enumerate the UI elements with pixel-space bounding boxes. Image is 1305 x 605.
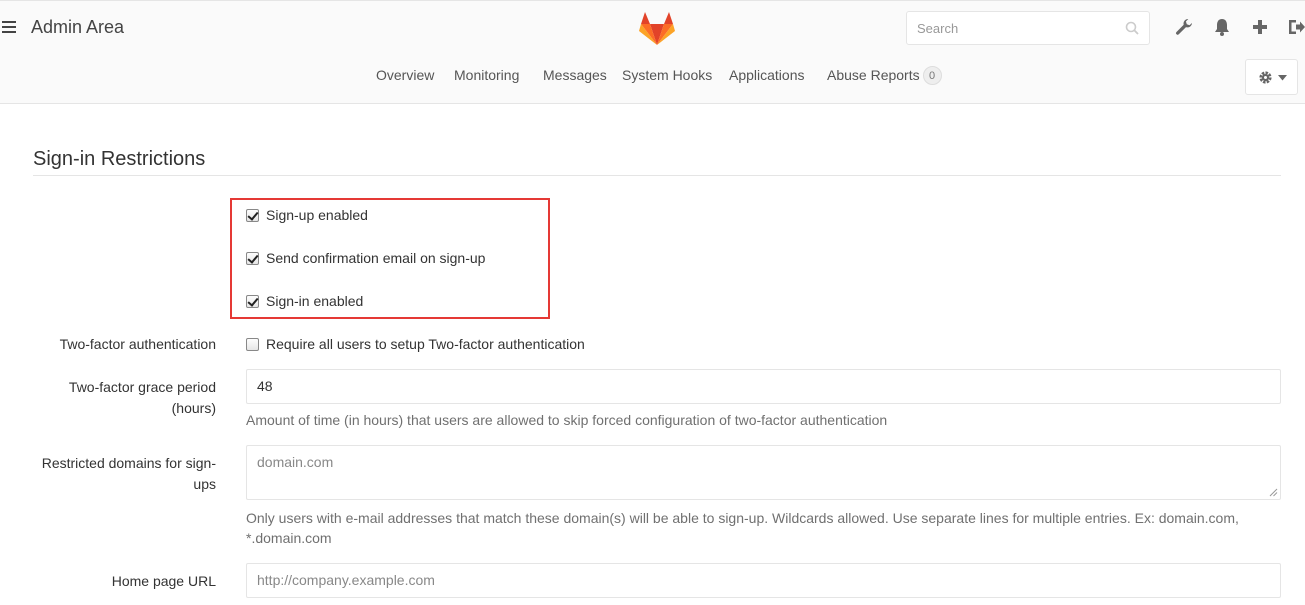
signin-enabled-label: Sign-in enabled [266,293,364,309]
require-two-factor-label: Require all users to setup Two-factor au… [266,336,585,352]
bell-icon[interactable] [1212,17,1232,37]
restricted-domains-textarea[interactable]: domain.com [246,445,1281,500]
nav-monitoring[interactable]: Monitoring [454,67,519,83]
sign-out-icon[interactable] [1287,17,1305,37]
nav-abuse-reports-label: Abuse Reports [827,67,920,83]
signup-enabled-checkbox[interactable]: Sign-up enabled [246,205,368,225]
section-divider [33,175,1281,176]
gitlab-logo[interactable] [638,10,676,46]
nav-overview[interactable]: Overview [376,67,434,83]
home-page-url-input[interactable]: http://company.example.com [246,563,1281,598]
restricted-domains-label: Restricted domains for sign- ups [42,453,216,495]
checkbox-checked-icon[interactable] [246,251,259,265]
search-input[interactable] [907,12,1122,44]
grace-period-label: Two-factor grace period (hours) [69,377,216,419]
confirmation-email-label: Send confirmation email on sign-up [266,250,486,266]
section-title: Sign-in Restrictions [33,148,206,170]
nav-messages[interactable]: Messages [543,67,607,83]
restricted-domains-label-line1: Restricted domains for sign- [41,455,216,471]
checkbox-checked-icon[interactable] [246,294,259,308]
nav-system-hooks[interactable]: System Hooks [622,67,712,83]
grace-period-label-line1: Two-factor grace period [68,379,216,395]
nav-abuse-reports[interactable]: Abuse Reports 0 [827,66,942,86]
grace-period-help: Amount of time (in hours) that users are… [246,412,888,428]
plus-icon[interactable] [1250,17,1270,37]
require-two-factor-checkbox[interactable]: Require all users to setup Two-factor au… [246,334,585,354]
restricted-domains-placeholder: domain.com [257,454,334,470]
restricted-domains-help: Only users with e-mail addresses that ma… [246,508,1239,548]
grace-period-input[interactable]: 48 [246,369,1281,404]
caret-down-icon [1278,75,1287,81]
page-title: Admin Area [31,17,125,37]
admin-nav: Overview Monitoring Messages System Hook… [0,66,1305,89]
checkbox-checked-icon[interactable] [246,208,259,222]
gear-icon [1259,71,1272,84]
restricted-domains-help-line2: *.domain.com [246,530,332,546]
signin-enabled-checkbox[interactable]: Sign-in enabled [246,291,363,311]
two-factor-label: Two-factor authentication [59,336,216,352]
restricted-domains-label-line2: ups [193,476,216,492]
confirmation-email-checkbox[interactable]: Send confirmation email on sign-up [246,248,485,268]
nav-applications[interactable]: Applications [729,67,805,83]
top-header: Admin Area Overview Monitoring Messages … [0,0,1305,104]
signup-enabled-label: Sign-up enabled [266,207,368,223]
search-icon [1125,21,1139,35]
restricted-domains-help-line1: Only users with e-mail addresses that ma… [246,510,1239,526]
search-box[interactable] [906,11,1150,45]
checkbox-unchecked-icon[interactable] [246,337,259,351]
resize-grip-icon[interactable] [1269,488,1278,497]
menu-icon[interactable] [2,21,16,33]
grace-period-label-line2: (hours) [171,400,216,416]
wrench-icon[interactable] [1174,17,1194,37]
abuse-reports-count-badge: 0 [922,66,942,85]
home-page-url-label: Home page URL [111,573,216,589]
settings-dropdown-button[interactable] [1245,59,1298,95]
